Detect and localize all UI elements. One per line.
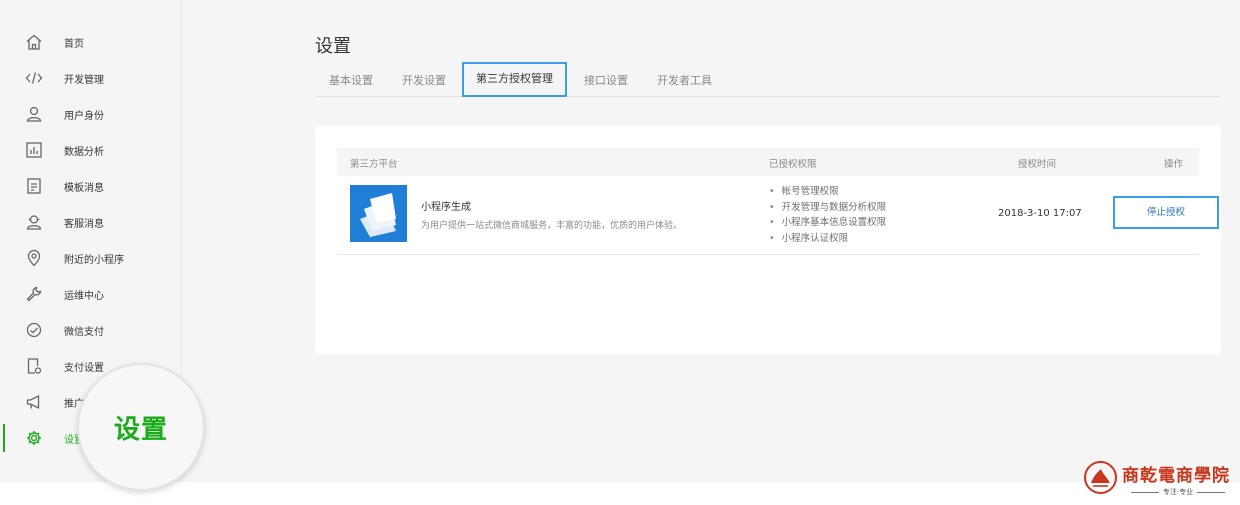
tab-third-party-auth[interactable]: 第三方授权管理 xyxy=(462,62,567,97)
location-icon xyxy=(25,249,43,267)
document-icon xyxy=(25,177,43,195)
sidebar-item-label: 数据分析 xyxy=(64,146,104,158)
sidebar-item-dev-management[interactable]: 开发管理 xyxy=(0,60,181,96)
magnifier-label: 设置 xyxy=(113,414,168,445)
tab-developer-tools[interactable]: 开发者工具 xyxy=(657,62,712,97)
tab-basic-settings[interactable]: 基本设置 xyxy=(329,62,373,97)
sidebar-item-label: 用户身份 xyxy=(64,110,104,122)
sidebar-item-label: 开发管理 xyxy=(64,74,104,86)
sidebar-item-label: 模板消息 xyxy=(64,182,104,194)
permission-list: 帐号管理权限 开发管理与数据分析权限 小程序基本信息设置权限 小程序认证权限 xyxy=(769,184,887,247)
brand-watermark: 商乾電商學院 专注·专业 xyxy=(1082,458,1238,500)
sidebar-item-home[interactable]: 首页 xyxy=(0,24,181,60)
sidebar-item-label: 首页 xyxy=(64,38,84,50)
pay-settings-icon xyxy=(25,357,43,375)
sidebar-item-label: 支付设置 xyxy=(64,362,104,374)
header-action: 操作 xyxy=(1164,159,1184,170)
sidebar-item-label: 微信支付 xyxy=(64,326,104,338)
sidebar-item-template-message[interactable]: 模板消息 xyxy=(0,168,181,204)
sidebar-item-data-analysis[interactable]: 数据分析 xyxy=(0,132,181,168)
sidebar-item-nearby-miniprogram[interactable]: 附近的小程序 xyxy=(0,240,181,276)
chart-icon xyxy=(25,141,43,159)
sidebar-item-label: 附近的小程序 xyxy=(64,254,124,266)
list-item: 小程序基本信息设置权限 xyxy=(769,215,887,231)
service-icon xyxy=(25,213,43,231)
gear-icon xyxy=(25,429,43,447)
platform-description: 为用户提供一站式微信商城服务，丰富的功能，优质的用户体验。 xyxy=(421,221,683,231)
sidebar-item-customer-service[interactable]: 客服消息 xyxy=(0,204,181,240)
auth-table-card: 第三方平台 已授权权限 授权时间 操作 小程序生成 为用户提供一站式微信商城服务… xyxy=(315,126,1221,354)
settings-tabs: 基本设置 开发设置 第三方授权管理 接口设置 开发者工具 xyxy=(315,62,1220,97)
code-icon xyxy=(25,69,43,87)
tab-interface-settings[interactable]: 接口设置 xyxy=(584,62,628,97)
page-title: 设置 xyxy=(315,36,351,57)
megaphone-icon xyxy=(25,393,43,411)
header-permissions: 已授权权限 xyxy=(769,159,817,170)
app-window: 首页 开发管理 用户身份 数据分析 模板消息 客服消息 附近的小程序 运维中心 xyxy=(0,0,1240,491)
brand-logo-icon xyxy=(1084,461,1117,494)
wrench-icon xyxy=(25,285,43,303)
list-item: 小程序认证权限 xyxy=(769,231,886,247)
home-icon xyxy=(25,33,43,51)
authorization-time: 2018-3-10 17:07 xyxy=(998,208,1082,219)
miniprogram-logo-icon xyxy=(350,185,407,242)
header-platform: 第三方平台 xyxy=(350,159,398,170)
brand-slogan: 专注·专业 xyxy=(1122,487,1234,497)
user-icon xyxy=(25,105,43,123)
tab-dev-settings[interactable]: 开发设置 xyxy=(402,62,446,97)
header-time: 授权时间 xyxy=(1018,159,1057,170)
table-header: 第三方平台 已授权权限 授权时间 操作 xyxy=(337,148,1199,176)
sidebar-item-label: 客服消息 xyxy=(64,218,104,230)
table-row: 小程序生成 为用户提供一站式微信商城服务，丰富的功能，优质的用户体验。 帐号管理… xyxy=(337,176,1219,255)
sidebar-item-user-identity[interactable]: 用户身份 xyxy=(0,96,181,132)
pay-icon xyxy=(25,321,43,339)
list-item: 帐号管理权限 xyxy=(769,184,886,200)
platform-name: 小程序生成 xyxy=(421,202,471,213)
main-content: 设置 基本设置 开发设置 第三方授权管理 接口设置 开发者工具 第三方平台 已授… xyxy=(183,0,1240,482)
sidebar-item-wechat-pay[interactable]: 微信支付 xyxy=(0,312,181,348)
list-item: 开发管理与数据分析权限 xyxy=(769,200,887,216)
sidebar-item-label: 运维中心 xyxy=(64,290,104,302)
sidebar-item-operations-center[interactable]: 运维中心 xyxy=(0,276,181,312)
brand-name: 商乾電商學院 xyxy=(1122,466,1230,486)
stop-authorization-button[interactable]: 停止授权 xyxy=(1113,196,1219,229)
